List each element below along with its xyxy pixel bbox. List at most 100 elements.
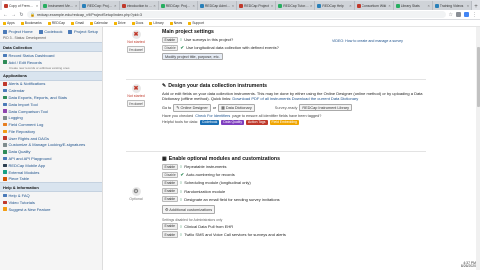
additional-customizations-button[interactable]: ⚙ Additional customizations: [162, 205, 216, 214]
sidebar-item-icon: [3, 109, 7, 113]
sidebar-item[interactable]: Piece Table: [0, 176, 102, 183]
sidebar-item[interactable]: File Repository: [0, 128, 102, 135]
bookmark-item[interactable]: REDCap: [47, 21, 65, 25]
bookmark-item[interactable]: Drive: [113, 21, 126, 25]
close-tab-icon[interactable]: ×: [310, 3, 312, 8]
back-icon[interactable]: ←: [3, 12, 8, 18]
bookmark-item[interactable]: Apps: [3, 21, 15, 25]
browser-tab[interactable]: REDCap Tutorials ×: [276, 1, 316, 10]
browser-tab[interactable]: REDCap: Project Setup×: [158, 1, 198, 10]
bookmark-item[interactable]: Support: [188, 21, 204, 25]
reload-icon[interactable]: ↻: [19, 12, 24, 18]
enable-button[interactable]: Enable: [162, 163, 178, 171]
sidebar-item[interactable]: REDCap Mobile App: [0, 162, 102, 169]
sidebar-section-header[interactable]: Data Collection: [0, 42, 102, 52]
sidebar-item[interactable]: Data Quality: [0, 148, 102, 155]
sidebar-item[interactable]: User Rights and DAGs: [0, 135, 102, 142]
bookmark-item[interactable]: Calendar: [89, 21, 108, 25]
bookmark-item[interactable]: News: [169, 21, 182, 25]
sidebar-item[interactable]: Data Import Tool: [0, 101, 102, 108]
im-done-button[interactable]: I'm done!: [127, 46, 145, 54]
menu-icon[interactable]: ⋮: [472, 12, 477, 18]
disable-button[interactable]: Disable: [162, 171, 179, 179]
enable-button[interactable]: Enable: [162, 187, 178, 195]
sidebar-item[interactable]: Calendar: [0, 87, 102, 94]
sidebar-item[interactable]: Alerts & Notifications: [0, 81, 102, 88]
sidebar-item[interactable]: Field Comment Log: [0, 121, 102, 128]
sidebar-item[interactable]: API and API Playground: [0, 155, 102, 162]
sidebar-section-header[interactable]: Help & Information: [0, 182, 102, 193]
sidebar-item-icon: [3, 150, 7, 154]
browser-tab[interactable]: Consortium Wiki ×: [354, 1, 394, 10]
page-scrollbar[interactable]: [476, 27, 480, 270]
extension-icon[interactable]: [456, 12, 461, 17]
browser-tab[interactable]: REDCap: Project Home×: [80, 1, 120, 10]
forward-icon[interactable]: →: [11, 12, 16, 18]
tab-title: Training Videos: [439, 3, 464, 8]
close-tab-icon[interactable]: ×: [428, 3, 430, 8]
sidebar-item[interactable]: Logging: [0, 114, 102, 121]
sidebar-item[interactable]: Data Exports, Reports, and Stats: [0, 94, 102, 101]
close-tab-icon[interactable]: ×: [114, 3, 116, 8]
close-tab-icon[interactable]: ×: [349, 3, 351, 8]
video-survey-link[interactable]: VIDEO: How to create and manage a survey: [332, 39, 403, 43]
close-tab-icon[interactable]: ×: [36, 3, 38, 8]
bookmark-item[interactable]: Bookmarks: [20, 21, 42, 25]
bookmark-item[interactable]: Gmail: [71, 21, 84, 25]
browser-tab[interactable]: REDCap Administrators×: [197, 1, 238, 10]
close-tab-icon[interactable]: ×: [193, 3, 195, 8]
close-tab-icon[interactable]: ×: [75, 3, 77, 8]
close-tab-icon[interactable]: ×: [232, 3, 234, 8]
sidebar-item[interactable]: Data Comparison Tool: [0, 108, 102, 115]
im-done-button[interactable]: I'm done!: [127, 100, 145, 108]
sidebar-item[interactable]: Video Tutorials: [0, 199, 102, 206]
sidebar-item[interactable]: Add / Edit Records: [0, 59, 102, 66]
enable-button[interactable]: Enable: [162, 231, 178, 238]
sidebar-item[interactable]: Record Status Dashboard: [0, 52, 102, 59]
sidebar-item[interactable]: External Modules: [0, 169, 102, 176]
sidebar-item[interactable]: Customize & Manage Locking/E-signatures: [0, 142, 102, 149]
modify-project-button[interactable]: Modify project title, purpose, etc.: [162, 53, 223, 61]
download-dictionary-link[interactable]: Download the current Data Dictionary: [292, 96, 358, 101]
tab-favicon-icon: [395, 3, 400, 8]
helpful-tool-button[interactable]: Field Embedding: [269, 119, 299, 125]
disable-button[interactable]: Disable: [162, 44, 179, 52]
browser-tab[interactable]: Training Videos ×: [432, 1, 473, 10]
project-link[interactable]: Project Setup: [68, 29, 98, 34]
helpful-tool-button[interactable]: Action Tags: [246, 119, 268, 125]
address-bar[interactable]: 🔒 redcap.example.edu/redcap_v9/ProjectSe…: [27, 11, 446, 18]
instrument-library-button[interactable]: REDCap Instrument Library: [299, 104, 353, 112]
close-tab-icon[interactable]: ×: [153, 3, 155, 8]
sidebar-section-header[interactable]: Applications: [0, 70, 102, 81]
sidebar-item[interactable]: Suggest a New Feature: [0, 206, 102, 213]
data-dictionary-button[interactable]: ▦ Data Dictionary: [218, 103, 255, 112]
project-link[interactable]: Codebook: [38, 29, 62, 34]
sidebar-item[interactable]: Help & FAQ: [0, 192, 102, 199]
bookmark-item[interactable]: Docs: [131, 21, 143, 25]
browser-tab[interactable]: Introduction to REDCap×: [119, 1, 159, 10]
enable-button[interactable]: Enable: [162, 223, 178, 230]
bookmark-item[interactable]: Library: [149, 21, 164, 25]
close-tab-icon[interactable]: ×: [467, 3, 469, 8]
bookmark-folder-icon: [71, 21, 75, 25]
helpful-tool-button[interactable]: Data Quality: [221, 119, 245, 125]
sidebar-item-label: Customize & Manage Locking/E-signatures: [8, 142, 86, 148]
download-pdf-link[interactable]: Download PDF of all instruments: [232, 96, 290, 101]
browser-tab[interactable]: REDCap Help ×: [315, 1, 355, 10]
browser-tab[interactable]: REDCap Project ×: [237, 1, 277, 10]
enable-button[interactable]: Enable: [162, 36, 178, 44]
bookmark-star-icon[interactable]: ☆: [449, 12, 453, 18]
browser-tab[interactable]: Instrument Methods - REDCap×: [41, 1, 81, 10]
browser-tab[interactable]: Library Stats ×: [393, 1, 433, 10]
check-identifiers-link[interactable]: Check For Identifiers: [195, 114, 230, 118]
scrollbar-thumb[interactable]: [476, 47, 480, 107]
browser-tab[interactable]: Copy of Fremwork... REDCap×: [2, 1, 42, 10]
online-designer-button[interactable]: ✎ Online Designer: [173, 103, 211, 112]
helpful-tool-button[interactable]: Codebook: [199, 119, 220, 125]
extension-icon[interactable]: [464, 12, 469, 17]
close-tab-icon[interactable]: ×: [388, 3, 390, 8]
enable-button[interactable]: Enable: [162, 195, 178, 203]
close-tab-icon[interactable]: ×: [271, 3, 273, 8]
enable-button[interactable]: Enable: [162, 179, 178, 187]
project-link[interactable]: Project Home: [3, 29, 33, 34]
